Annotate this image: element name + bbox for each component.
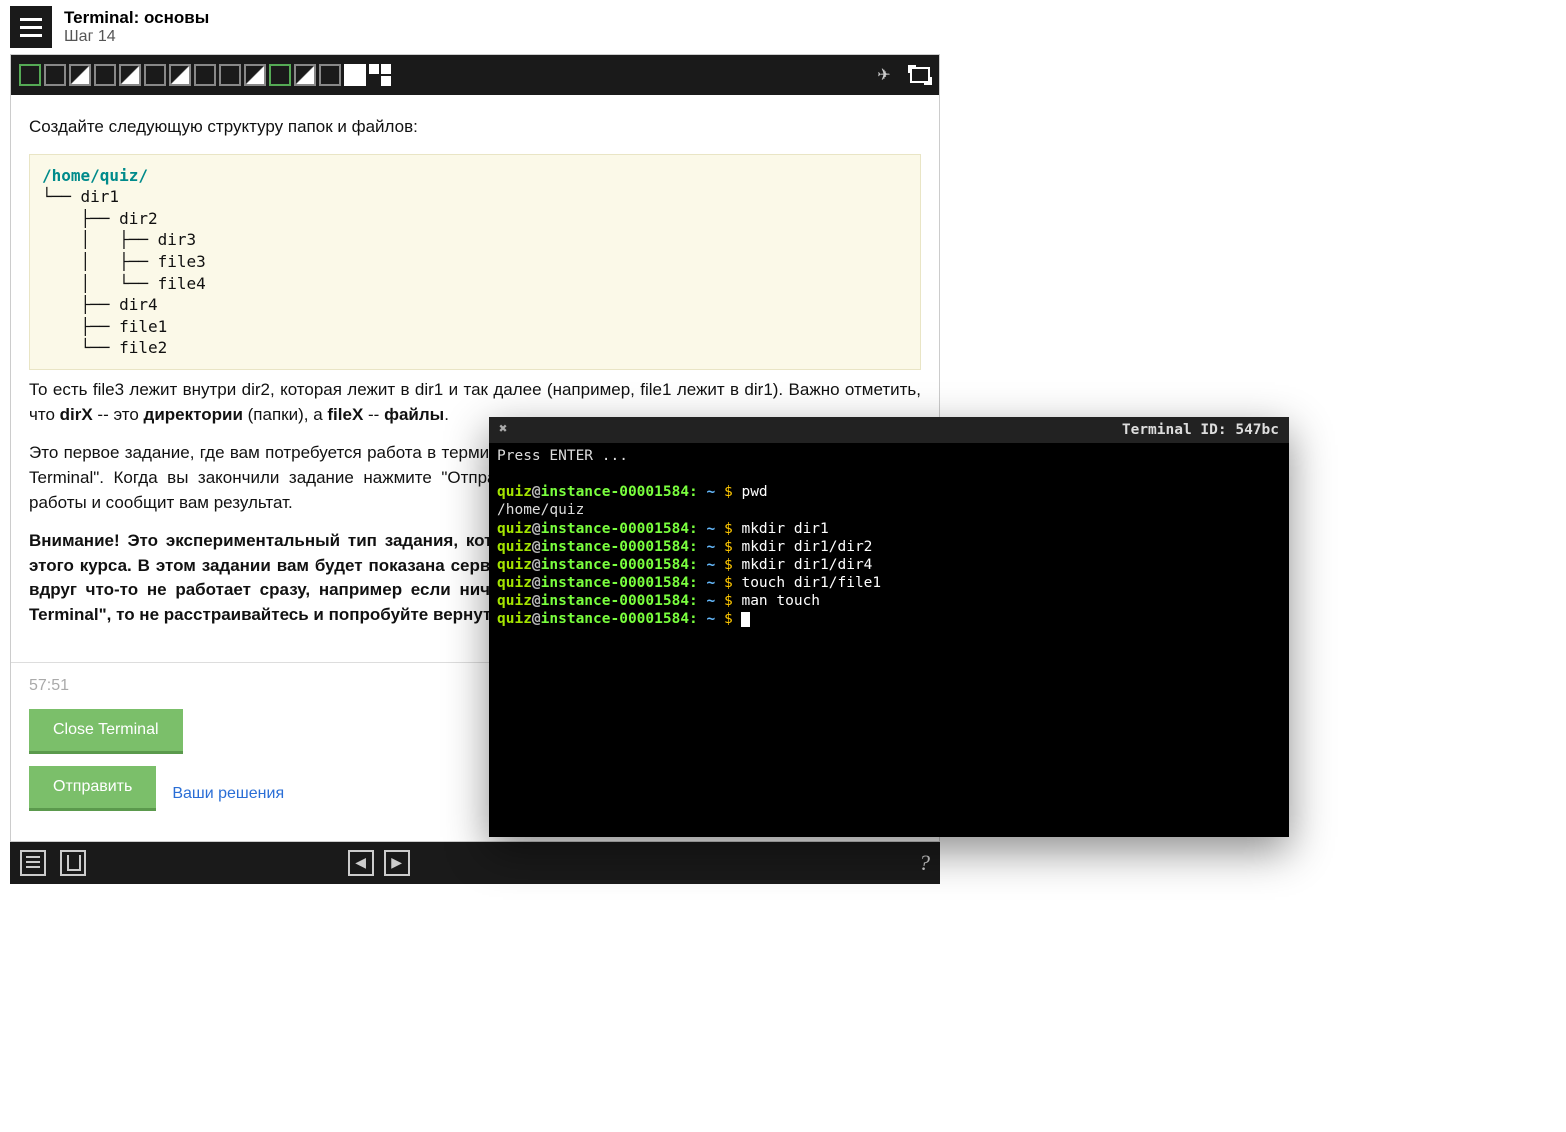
page-title: Terminal: основы	[64, 8, 209, 28]
toolbar-right	[873, 64, 931, 86]
nav-arrows: ◀ ▶	[348, 850, 410, 876]
step-14[interactable]	[344, 64, 366, 86]
step-5[interactable]	[119, 64, 141, 86]
bookmark-icon[interactable]	[60, 850, 86, 876]
step-15[interactable]	[369, 64, 391, 86]
tree-body: └── dir1 ├── dir2 │ ├── dir3 │ ├── file3…	[42, 187, 206, 357]
help-icon[interactable]: ?	[919, 850, 930, 876]
step-3[interactable]	[69, 64, 91, 86]
page-header: Terminal: основы Шаг 14	[0, 0, 1566, 54]
tree-path: /home/quiz/	[42, 166, 148, 185]
step-12[interactable]	[294, 64, 316, 86]
terminal-id: Terminal ID: 547bc	[1122, 422, 1279, 438]
step-1[interactable]	[19, 64, 41, 86]
step-6[interactable]	[144, 64, 166, 86]
step-7[interactable]	[169, 64, 191, 86]
step-icons	[19, 64, 391, 86]
solutions-link[interactable]: Ваши решения	[172, 785, 284, 803]
next-button[interactable]: ▶	[384, 850, 410, 876]
step-10[interactable]	[244, 64, 266, 86]
step-8[interactable]	[194, 64, 216, 86]
terminal-body[interactable]: Press ENTER ... quiz@instance-00001584: …	[489, 443, 1289, 632]
plane-icon[interactable]	[873, 64, 895, 86]
bottom-bar: ◀ ▶ ?	[10, 842, 940, 884]
step-label: Шаг 14	[64, 28, 209, 46]
step-4[interactable]	[94, 64, 116, 86]
fullscreen-icon[interactable]	[909, 64, 931, 86]
close-icon[interactable]: ✖	[499, 422, 515, 438]
terminal-window[interactable]: ✖ Terminal ID: 547bc Press ENTER ... qui…	[489, 417, 1289, 837]
step-2[interactable]	[44, 64, 66, 86]
close-terminal-button[interactable]: Close Terminal	[29, 709, 183, 754]
intro-text: Создайте следующую структуру папок и фай…	[29, 115, 921, 140]
hamburger-icon	[20, 18, 42, 37]
step-toolbar	[11, 55, 939, 95]
submit-button[interactable]: Отправить	[29, 766, 156, 811]
menu-icon[interactable]	[10, 6, 52, 48]
step-9[interactable]	[219, 64, 241, 86]
step-13[interactable]	[319, 64, 341, 86]
step-11[interactable]	[269, 64, 291, 86]
prev-button[interactable]: ◀	[348, 850, 374, 876]
code-tree: /home/quiz/ └── dir1 ├── dir2 │ ├── dir3…	[29, 154, 921, 370]
terminal-header[interactable]: ✖ Terminal ID: 547bc	[489, 417, 1289, 443]
list-icon[interactable]	[20, 850, 46, 876]
title-block: Terminal: основы Шаг 14	[64, 8, 209, 46]
